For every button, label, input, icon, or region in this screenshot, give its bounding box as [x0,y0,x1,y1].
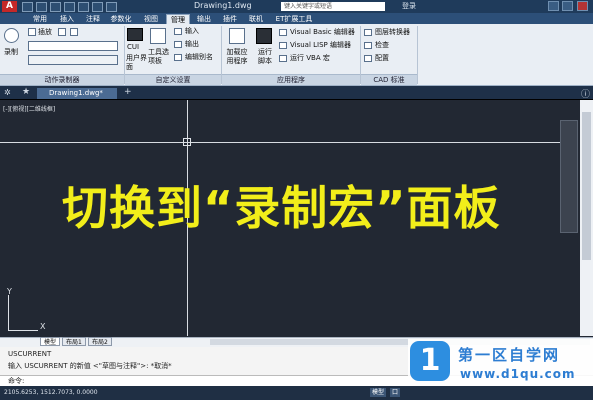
tab-view[interactable]: 视图 [141,14,161,24]
panel-title-cad-standards: CAD 标准 [361,74,417,85]
tab-online[interactable]: 联机 [246,14,266,24]
pickbox [183,138,191,146]
tab-express-tools[interactable]: ET扩展工具 [272,14,316,24]
play-icon[interactable] [28,28,36,36]
load-app-icon[interactable] [229,28,245,44]
run-script-button[interactable]: 运行脚本 [255,48,275,66]
vb-editor-button[interactable]: Visual Basic 编辑器 [290,28,355,37]
import-button[interactable]: 输入 [185,27,199,36]
command-history-line: USCURRENT [8,350,52,358]
ribbon-panel: 录制 插放 动作录制器 CUI 用户界面 工具选项板 输入 输出 编辑别名 自定… [0,24,593,86]
maximize-icon[interactable] [562,1,573,11]
load-app-button[interactable]: 加载应用程序 [224,48,250,66]
run-vba-button[interactable]: 运行 VBA 宏 [290,54,330,63]
export-button[interactable]: 输出 [185,40,199,49]
export-icon[interactable] [174,41,182,48]
crosshair-horizontal [0,142,562,143]
vertical-scroll-thumb[interactable] [582,112,591,260]
title-bar: A Drawing1.dwg 键入关键字或短语 登录 [0,0,593,13]
watermark-title: 第一区自学网 [458,346,561,364]
user-interface-button[interactable]: 用户界面 [126,54,148,72]
record-button[interactable]: 录制 [4,48,18,57]
plot-icon[interactable] [78,2,89,12]
ucs-x-axis [8,330,38,331]
panel-title-customization: 自定义设置 [125,74,221,85]
navigation-bar[interactable] [560,120,578,233]
tab-insert[interactable]: 插入 [57,14,77,24]
status-model-button[interactable]: 模型 [370,388,387,397]
preference-icon[interactable] [58,28,66,36]
tab-home[interactable]: 常用 [30,14,50,24]
app-logo-icon[interactable]: A [2,1,17,12]
layer-translator-icon[interactable] [364,29,372,36]
gear-icon[interactable]: ✲ [4,88,11,97]
configure-icon[interactable] [364,55,372,62]
panel-title-action-recorder: 动作录制器 [0,74,124,85]
redo-icon[interactable] [106,2,117,12]
viewport-controls[interactable]: [-][俯视][二维线框] [3,104,55,113]
cui-icon[interactable] [127,28,143,41]
tab-manage[interactable]: 管理 [166,14,190,24]
layout-tab-layout1[interactable]: 布局1 [62,337,86,346]
tool-palette-button[interactable]: 工具选项板 [148,48,170,66]
watermark-logo-icon: 1 [410,341,450,381]
tool-palette-icon[interactable] [150,28,166,44]
edit-alias-icon[interactable] [174,54,182,61]
info-icon[interactable]: ⓘ [581,87,590,100]
macro-field[interactable] [28,55,118,65]
ribbon-tabs: 常用 插入 注释 参数化 视图 管理 输出 插件 联机 ET扩展工具 [0,13,593,24]
ucs-y-axis [8,295,9,331]
play-button[interactable]: 插放 [38,28,52,37]
close-icon[interactable] [577,1,588,11]
command-history-line: 输入 USCURRENT 的新值 <"草图与注释">: *取消* [8,362,172,370]
ucs-x-label: X [40,322,46,331]
vlisp-editor-button[interactable]: Visual LISP 编辑器 [290,41,351,50]
ucs-y-label: Y [7,287,12,296]
file-tab-drawing1[interactable]: Drawing1.dwg* [37,88,117,99]
edit-alias-button[interactable]: 编辑别名 [185,53,213,62]
user-login[interactable]: 登录 [402,1,416,11]
new-icon[interactable] [22,2,33,12]
run-vba-icon[interactable] [279,55,287,62]
record-icon[interactable] [4,28,19,43]
minimize-icon[interactable] [548,1,559,11]
vlisp-editor-icon[interactable] [279,42,287,49]
configure-button[interactable]: 配置 [375,54,389,63]
tab-annotate[interactable]: 注释 [83,14,103,24]
command-prompt: 命令: [8,377,25,385]
saveas-icon[interactable] [64,2,75,12]
document-title: Drawing1.dwg [194,1,252,10]
layout-tab-layout2[interactable]: 布局2 [88,337,112,346]
tab-plugins[interactable]: 插件 [220,14,240,24]
undo-icon[interactable] [92,2,103,12]
check-icon[interactable] [364,42,372,49]
overlay-caption: 切换到“录制宏”面板 [62,181,501,235]
layout-tab-model[interactable]: 模型 [40,337,61,346]
open-icon[interactable] [36,2,47,12]
vb-editor-icon[interactable] [279,29,287,36]
tab-output[interactable]: 输出 [194,14,214,24]
marker-icon[interactable] [70,28,78,36]
new-tab-icon[interactable]: + [124,87,132,97]
panel-title-applications: 应用程序 [222,74,360,85]
save-icon[interactable] [50,2,61,12]
panel-separator [417,26,418,84]
import-icon[interactable] [174,28,182,35]
search-input[interactable]: 键入关键字或短语 [281,2,385,11]
tab-parametric[interactable]: 参数化 [107,14,135,24]
check-button[interactable]: 检查 [375,41,389,50]
run-script-icon[interactable] [256,28,272,44]
star-icon[interactable]: ★ [22,87,30,97]
layer-translator-button[interactable]: 图层转换器 [375,28,410,37]
status-viewport-button[interactable]: 口 [390,388,401,397]
coordinate-readout: 2105.6253, 1512.7073, 0.0000 [4,389,98,396]
watermark-url: www.d1qu.com [460,367,576,381]
macro-select[interactable] [28,41,118,51]
cui-label: CUI [127,43,140,51]
